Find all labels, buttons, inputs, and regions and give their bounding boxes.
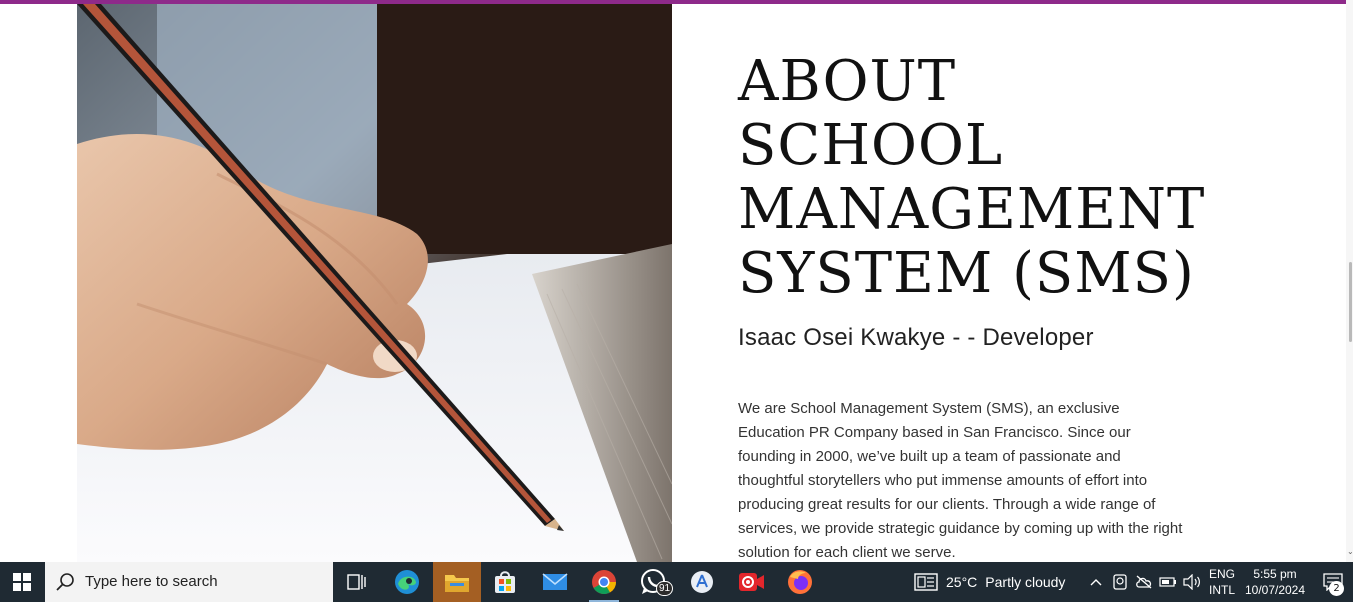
edge-button[interactable]	[383, 562, 431, 602]
keyboard-layout: INTL	[1208, 583, 1235, 597]
scroll-down-arrow-icon[interactable]: ⌄	[1347, 547, 1353, 557]
task-view-button[interactable]	[333, 562, 381, 602]
taskbar-search-box[interactable]: Type here to search	[45, 562, 333, 602]
chevron-up-icon	[1090, 579, 1102, 586]
battery-status[interactable]	[1157, 562, 1179, 602]
chrome-icon	[592, 570, 616, 595]
search-placeholder: Type here to search	[85, 573, 218, 590]
notification-count-badge: 2	[1329, 581, 1344, 596]
volume-button[interactable]	[1181, 562, 1203, 602]
store-icon	[495, 571, 515, 593]
start-button[interactable]	[0, 562, 44, 602]
speaker-icon	[1183, 574, 1200, 590]
web-page: ABOUT SCHOOL MANAGEMENT SYSTEM (SMS) Isa…	[0, 0, 1353, 562]
camera-icon	[1113, 574, 1127, 590]
whatsapp-unread-badge: 91	[656, 581, 674, 596]
edge-icon	[395, 570, 419, 594]
mail-icon	[542, 573, 568, 590]
onedrive-button[interactable]	[1133, 562, 1155, 602]
news-weather-icon	[914, 573, 938, 591]
firefox-icon	[788, 570, 812, 594]
about-paragraph: We are School Management System (SMS), a…	[738, 400, 1183, 561]
file-explorer-button[interactable]	[433, 562, 481, 602]
meet-now-button[interactable]	[1110, 562, 1130, 602]
hero-image	[77, 4, 672, 562]
clock-date: 10/07/2024	[1244, 583, 1306, 597]
app-store-button[interactable]	[678, 562, 726, 602]
heading-line: SYSTEM (SMS)	[738, 241, 1195, 306]
language-code: ENG	[1208, 567, 1235, 581]
developer-subtitle: Isaac Osei Kwakye - - Developer	[738, 324, 1094, 351]
search-icon	[56, 573, 74, 591]
clock-time: 5:55 pm	[1253, 567, 1297, 581]
show-hidden-icons-button[interactable]	[1086, 562, 1106, 602]
system-clock[interactable]: 5:55 pm 10/07/2024	[1244, 566, 1306, 598]
firefox-button[interactable]	[776, 562, 824, 602]
folder-icon	[445, 575, 469, 592]
input-language-indicator[interactable]: ENG INTL	[1205, 566, 1239, 598]
weather-condition: Partly cloudy	[985, 574, 1066, 590]
windows-taskbar: Type here to search 91 25°C Partly cloud…	[0, 562, 1353, 602]
whatsapp-button[interactable]: 91	[629, 562, 677, 602]
chrome-button[interactable]	[580, 562, 628, 602]
screen-recorder-button[interactable]	[727, 562, 775, 602]
page-heading: ABOUT SCHOOL MANAGEMENT SYSTEM (SMS)	[738, 50, 1298, 306]
heading-line: SCHOOL	[738, 113, 1004, 178]
weather-widget[interactable]: 25°C Partly cloudy	[914, 562, 1065, 602]
microsoft-store-button[interactable]	[481, 562, 529, 602]
recorder-icon	[739, 573, 764, 591]
app-store-icon	[691, 571, 713, 593]
cloud-off-icon	[1136, 575, 1152, 589]
weather-temperature: 25°C	[946, 574, 978, 590]
task-view-icon	[347, 574, 366, 590]
heading-line: ABOUT	[738, 49, 957, 114]
writing-hand-illustration	[77, 4, 672, 562]
windows-logo-icon	[13, 573, 31, 591]
mail-button[interactable]	[531, 562, 579, 602]
scrollbar-thumb[interactable]	[1349, 262, 1352, 342]
heading-line: MANAGEMENT	[738, 177, 1206, 242]
battery-icon	[1159, 577, 1176, 587]
